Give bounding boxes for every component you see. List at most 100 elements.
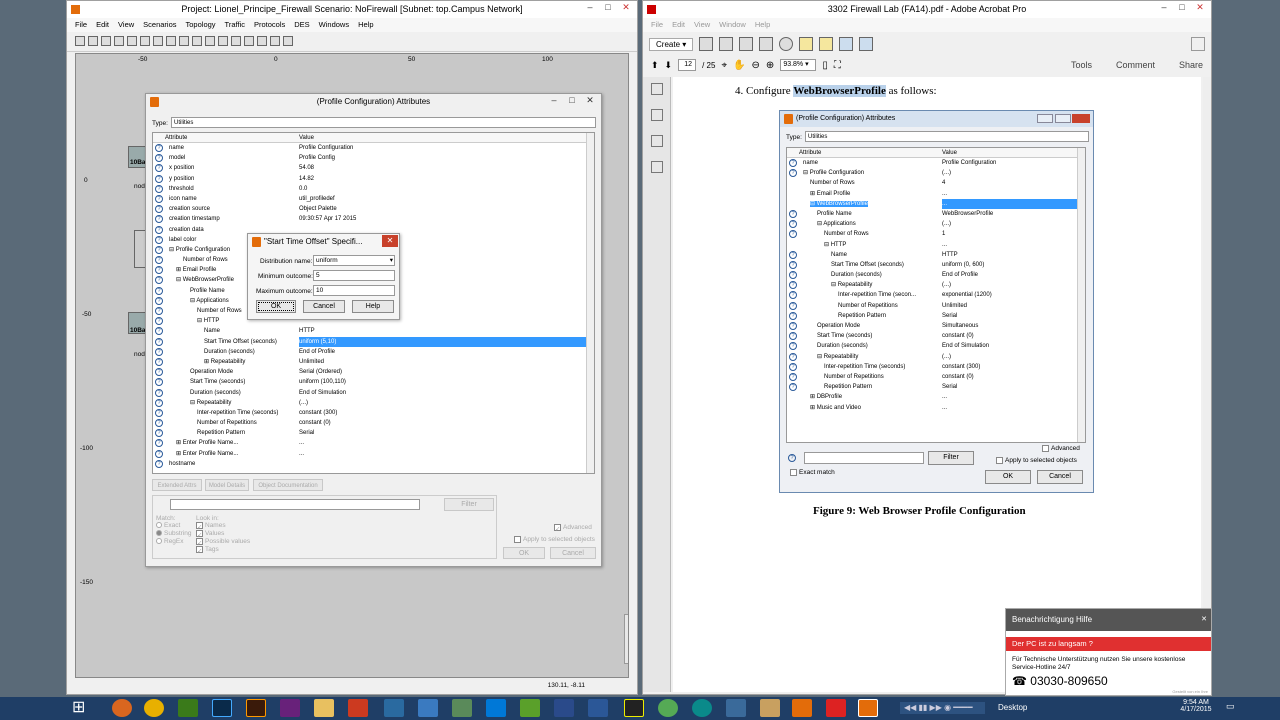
table-row[interactable]: ? Profile Name WebBrowserProfile	[787, 209, 1085, 219]
attribute-value[interactable]: uniform (100,110)	[299, 377, 594, 387]
value-column-header[interactable]: Value	[299, 133, 314, 142]
model-details-button[interactable]: Model Details	[205, 479, 249, 491]
illustrator-icon[interactable]	[246, 699, 266, 717]
match-regex-radio[interactable]: RegEx	[156, 537, 184, 546]
table-row[interactable]: ? Repetition Pattern Serial	[787, 382, 1085, 392]
run-icon[interactable]	[231, 36, 241, 46]
table-row[interactable]: ? hostname	[153, 459, 594, 469]
table-row[interactable]: ? Start Time Offset (seconds) uniform (0, …	[787, 260, 1085, 270]
attribute-value[interactable]: 14.82	[299, 174, 594, 184]
new-icon[interactable]	[75, 36, 85, 46]
table-row[interactable]: ? Repetition Pattern Serial	[787, 311, 1085, 321]
table-row[interactable]: ? Name HTTP	[787, 250, 1085, 260]
acrobat-taskbar-icon[interactable]	[826, 699, 846, 717]
table-row[interactable]: ? Operation Mode Simultaneous	[787, 321, 1085, 331]
attribute-value[interactable]: constant (0)	[942, 372, 1085, 382]
help-icon[interactable]: ?	[153, 255, 165, 265]
menu-item[interactable]: DES	[294, 18, 309, 32]
tools-tab[interactable]: Tools	[1071, 60, 1092, 70]
menu-item[interactable]: View	[118, 18, 134, 32]
help-icon[interactable]: ?	[787, 341, 799, 351]
table-row[interactable]: Number of Rows 4	[787, 178, 1085, 188]
help-icon[interactable]: ?	[787, 362, 799, 372]
attribute-value[interactable]: HTTP	[299, 326, 594, 336]
comment-icon[interactable]	[799, 37, 814, 51]
zoom-out-icon[interactable]	[192, 36, 202, 46]
table-row[interactable]: ? ⊟ Repeatability (...)	[787, 352, 1085, 362]
table-row[interactable]: ? Inter-repetition Time (secon... exponent…	[787, 290, 1085, 300]
menu-item[interactable]: Help	[755, 18, 770, 32]
clock[interactable]: 9:54 AM 4/17/2015	[1175, 699, 1217, 713]
maximize-button[interactable]: □	[563, 94, 581, 107]
help-icon[interactable]: ?	[153, 204, 165, 214]
app-icon[interactable]	[554, 699, 574, 717]
attribute-value[interactable]: uniform (0, 600)	[942, 260, 1085, 270]
help-icon[interactable]	[787, 392, 799, 402]
help-icon[interactable]: ?	[153, 408, 165, 418]
hide-icon[interactable]	[257, 36, 267, 46]
maximum-input[interactable]: 10	[313, 285, 395, 296]
app-icon[interactable]	[792, 699, 812, 717]
filter-input[interactable]	[170, 499, 420, 510]
app-icon[interactable]	[418, 699, 438, 717]
help-icon[interactable]: ?	[787, 168, 799, 178]
table-row[interactable]: ? creation timestamp 09:30:57 Apr 17 2015	[153, 214, 594, 224]
app-icon[interactable]	[658, 699, 678, 717]
menu-item[interactable]: View	[694, 18, 710, 32]
pages-icon[interactable]	[651, 83, 663, 95]
help-icon[interactable]: ?	[787, 290, 799, 300]
help-icon[interactable]: ?	[787, 260, 799, 270]
table-row[interactable]: ? creation source Object Palette	[153, 204, 594, 214]
media-controls[interactable]: ◀◀ ▮▮ ▶▶ ◉ ━━━━	[900, 702, 985, 714]
menu-item[interactable]: File	[651, 18, 663, 32]
help-icon[interactable]: ?	[787, 219, 799, 229]
table-row[interactable]: ? x position 54.08	[153, 163, 594, 173]
help-icon[interactable]: ?	[787, 352, 799, 362]
help-icon[interactable]	[787, 240, 799, 250]
copy-icon[interactable]	[140, 36, 150, 46]
table-row[interactable]: ⊞ Music and Video...	[787, 403, 1085, 413]
prev-page-icon[interactable]: ⬆	[651, 60, 659, 71]
table-row[interactable]: ? ⊞ Enter Profile Name......	[153, 449, 594, 459]
attribute-value[interactable]: constant (300)	[942, 362, 1085, 372]
apply-selected-checkbox[interactable]: Apply to selected objects	[514, 535, 595, 544]
table-row[interactable]: ? model Profile Config	[153, 153, 594, 163]
help-icon[interactable]: ?	[153, 367, 165, 377]
menu-item[interactable]: Traffic	[225, 18, 245, 32]
zoom-fit-icon[interactable]	[205, 36, 215, 46]
help-icon[interactable]: ?	[153, 418, 165, 428]
menu-item[interactable]: Edit	[96, 18, 109, 32]
attribute-value[interactable]: ...	[299, 438, 594, 448]
save-icon[interactable]	[101, 36, 111, 46]
help-icon[interactable]: ?	[153, 286, 165, 296]
attribute-value[interactable]: util_profiledef	[299, 194, 594, 204]
table-row[interactable]: ? Start Time Offset (seconds) uniform (5,1…	[153, 336, 594, 347]
close-button[interactable]: ✕	[1191, 1, 1209, 14]
attribute-value[interactable]: Simultaneous	[942, 321, 1085, 331]
word-icon[interactable]	[588, 699, 608, 717]
notifications-icon[interactable]: ▭	[1226, 701, 1248, 715]
attribute-value[interactable]: Serial (Ordered)	[299, 367, 594, 377]
print-icon[interactable]	[114, 36, 124, 46]
attribute-value[interactable]: Serial	[942, 311, 1085, 321]
attribute-value[interactable]: Serial	[942, 382, 1085, 392]
ok-button[interactable]: OK	[256, 300, 296, 313]
app-icon[interactable]	[624, 699, 644, 717]
help-icon[interactable]: ?	[153, 337, 165, 347]
attribute-value[interactable]: ...	[942, 198, 1085, 209]
menu-item[interactable]: Topology	[186, 18, 216, 32]
visual-studio-icon[interactable]	[280, 699, 300, 717]
attribute-value[interactable]	[299, 459, 594, 469]
help-icon[interactable]: ?	[153, 316, 165, 326]
help-button[interactable]: Help	[352, 300, 394, 313]
help-icon[interactable]: ?	[153, 225, 165, 235]
table-row[interactable]: ? Number of Repetitions constant (0)	[787, 372, 1085, 382]
page-number-input[interactable]: 12	[678, 59, 697, 71]
close-icon[interactable]: ✕	[1201, 609, 1207, 631]
cancel-button[interactable]: Cancel	[550, 547, 596, 559]
table-row[interactable]: ⊞ Email Profile...	[787, 189, 1085, 199]
fit-page-icon[interactable]: ▯	[822, 60, 828, 71]
ok-button[interactable]: OK	[503, 547, 545, 559]
attribute-value[interactable]: Object Palette	[299, 204, 594, 214]
menu-item[interactable]: Protocols	[254, 18, 285, 32]
